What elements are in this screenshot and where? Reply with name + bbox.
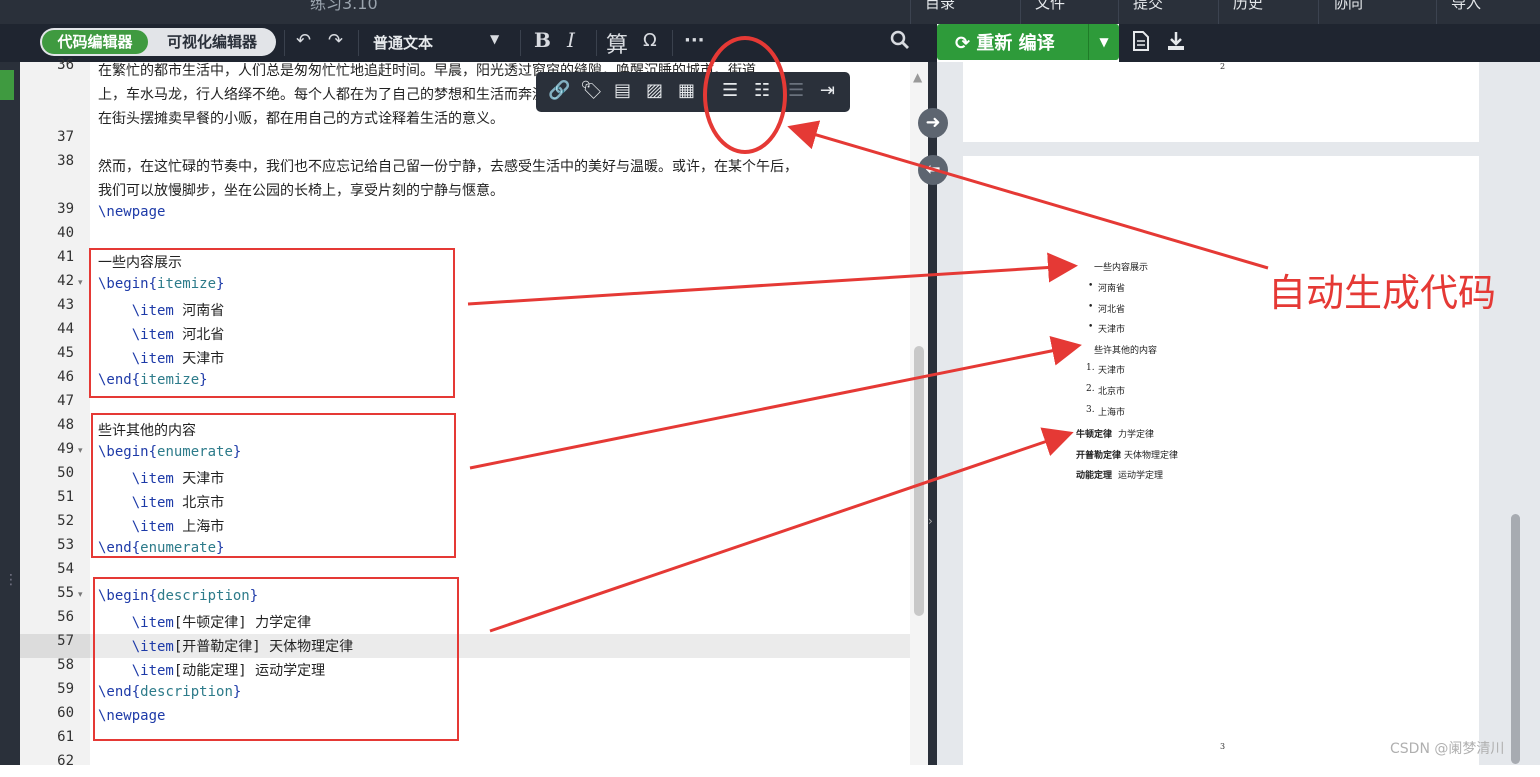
annotation-arrow-3 [489,427,1074,633]
annotation-arrow-4 [787,120,1269,270]
annotation-ellipse [703,36,787,154]
watermark: CSDN @阑梦清川 [1390,741,1505,757]
annotation-callout: 自动生成代码 [1268,271,1497,315]
annotation-arrow-2 [469,336,1082,470]
annotation-arrow-1 [467,252,1078,306]
annotation-arrows [467,36,1269,633]
